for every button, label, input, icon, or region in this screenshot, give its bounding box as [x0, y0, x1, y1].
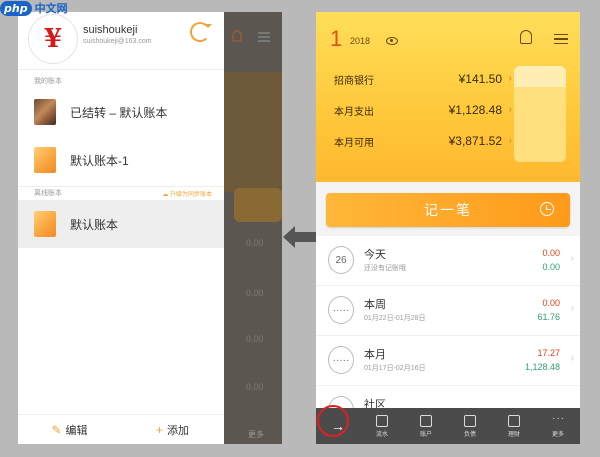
dimmed-value: 0.00 — [246, 334, 264, 344]
account-book-drawer: ¥ suishoukeji suishoukeji@163.com 我的账本 已… — [18, 12, 224, 444]
menu-icon[interactable] — [554, 34, 568, 44]
book-item[interactable]: 默认账本-1 — [18, 136, 224, 184]
bell-icon — [232, 30, 242, 42]
eye-icon[interactable] — [386, 37, 398, 45]
item-expense: 17.27 — [537, 348, 560, 358]
summary-row-expense[interactable]: 本月支出 ¥1,128.48 › — [334, 103, 512, 118]
period-summary-list: 26 今天 还没有记账哦 0.00 0.00 › ····· 本周 01月22日… — [316, 236, 580, 436]
item-income: 1,128.48 — [524, 362, 560, 372]
budget-gauge-fill — [514, 87, 566, 162]
avatar-glyph: ¥ — [43, 24, 63, 54]
left-arrow-icon — [283, 226, 317, 248]
book-thumbnail — [34, 99, 56, 125]
item-expense: 0.00 — [542, 298, 560, 308]
left-screenshot: 0.00 0.00 0.00 0.00 更多 ¥ suishoukeji sui… — [18, 12, 282, 444]
book-thumbnail — [34, 211, 56, 237]
bell-icon[interactable] — [520, 30, 532, 44]
item-income: 0.00 — [542, 262, 560, 272]
clock-icon — [540, 202, 554, 216]
chevron-right-icon: › — [570, 253, 574, 264]
my-books-label: 我的账本 — [34, 78, 62, 85]
user-email: suishoukeji@163.com — [83, 38, 152, 45]
dimmed-more-tab: 更多 — [248, 430, 264, 439]
list-item[interactable]: ····· 本月 01月17日-02月16日 17.27 1,128.48 › — [316, 336, 580, 386]
chevron-right-icon: › — [570, 353, 574, 364]
upgrade-sync-link[interactable]: ☁ 升级为同步账本 — [162, 189, 212, 198]
tab-more[interactable]: ··· 更多 — [536, 408, 580, 444]
chevron-right-icon: › — [508, 73, 512, 84]
row-label: 招商银行 — [334, 76, 374, 87]
calendar-icon: ····· — [328, 296, 354, 324]
username: suishoukeji — [83, 24, 138, 36]
watermark-text: 中文网 — [34, 2, 68, 15]
purse-icon — [464, 414, 476, 427]
item-income: 61.76 — [537, 312, 560, 322]
item-subtitle: 01月22日-01月28日 — [364, 315, 426, 322]
chevron-right-icon: › — [508, 135, 512, 146]
book-name: 已结转 – 默认账本 — [70, 105, 168, 120]
book-thumbnail — [34, 147, 56, 173]
row-label: 本月可用 — [334, 138, 374, 149]
bottom-tab-bar: → 流水 账户 负债 理财 ··· 更多 — [316, 408, 580, 444]
chevron-right-icon: › — [508, 104, 512, 115]
summary-row-available[interactable]: 本月可用 ¥3,871.52 › — [334, 134, 512, 149]
drawer-footer: ✎ 编辑 + 添加 — [18, 414, 224, 444]
dimmed-value: 0.00 — [246, 238, 264, 248]
book-item[interactable]: 已结转 – 默认账本 — [18, 88, 224, 136]
row-amount: ¥1,128.48 — [448, 103, 502, 117]
current-month[interactable]: 1 — [330, 26, 342, 52]
summary-row-bank[interactable]: 招商银行 ¥141.50 › — [334, 72, 512, 87]
calendar-icon: ····· — [328, 346, 354, 374]
watermark-logo: php — [0, 0, 32, 16]
summary-header: 1 2018 招商银行 ¥141.50 › 本月支出 ¥1,128.48 › 本… — [316, 12, 580, 182]
highlight-circle — [317, 405, 349, 437]
chart-icon — [508, 414, 520, 427]
item-title: 今天 — [364, 249, 386, 261]
calendar-icon: 26 — [328, 246, 354, 274]
item-subtitle: 还没有记账哦 — [364, 265, 406, 272]
dimmed-record-button — [234, 188, 282, 222]
dimmed-main-screen[interactable]: 0.00 0.00 0.00 0.00 更多 — [224, 12, 282, 444]
tab-accounts[interactable]: 账户 — [404, 408, 448, 444]
book-item-selected[interactable]: 默认账本 — [18, 200, 224, 248]
offline-books-header: 离线账本 ☁ 升级为同步账本 — [18, 186, 224, 200]
offline-books-label: 离线账本 — [34, 189, 62, 197]
record-button[interactable]: 记一笔 — [326, 193, 570, 227]
row-label: 本月支出 — [334, 107, 374, 118]
dimmed-value: 0.00 — [246, 382, 264, 392]
add-button[interactable]: + 添加 — [121, 415, 224, 444]
avatar[interactable]: ¥ — [28, 14, 78, 64]
dimmed-header — [224, 72, 282, 192]
plus-icon: + — [155, 422, 163, 437]
item-title: 本月 — [364, 349, 386, 361]
dimmed-value: 0.00 — [246, 288, 264, 298]
book-name: 默认账本 — [70, 217, 119, 232]
profile-header[interactable]: ¥ suishoukeji suishoukeji@163.com — [18, 12, 224, 70]
sync-icon[interactable] — [190, 22, 212, 42]
more-dots-icon: ··· — [552, 412, 565, 424]
item-title: 本周 — [364, 299, 386, 311]
row-amount: ¥141.50 — [458, 72, 502, 86]
book-name: 默认账本-1 — [70, 153, 129, 168]
record-button-label: 记一笔 — [424, 202, 472, 218]
edit-button[interactable]: ✎ 编辑 — [18, 415, 121, 444]
row-amount: ¥3,871.52 — [448, 134, 502, 148]
tab-investments[interactable]: 理财 — [492, 408, 536, 444]
menu-icon — [258, 32, 270, 42]
item-subtitle: 01月17日-02月16日 — [364, 365, 426, 372]
watermark: php 中文网 — [0, 0, 68, 16]
pencil-icon: ✎ — [51, 422, 62, 437]
chevron-right-icon: › — [570, 303, 574, 314]
tab-transactions[interactable]: 流水 — [360, 408, 404, 444]
list-item[interactable]: ····· 本周 01月22日-01月28日 0.00 61.76 › — [316, 286, 580, 336]
budget-gauge[interactable] — [514, 66, 566, 162]
document-icon — [376, 414, 388, 427]
wallet-icon — [420, 414, 432, 427]
current-year: 2018 — [350, 36, 371, 46]
right-screenshot: 1 2018 招商银行 ¥141.50 › 本月支出 ¥1,128.48 › 本… — [316, 12, 580, 444]
tab-debts[interactable]: 负债 — [448, 408, 492, 444]
item-expense: 0.00 — [542, 248, 560, 258]
list-item[interactable]: 26 今天 还没有记账哦 0.00 0.00 › — [316, 236, 580, 286]
